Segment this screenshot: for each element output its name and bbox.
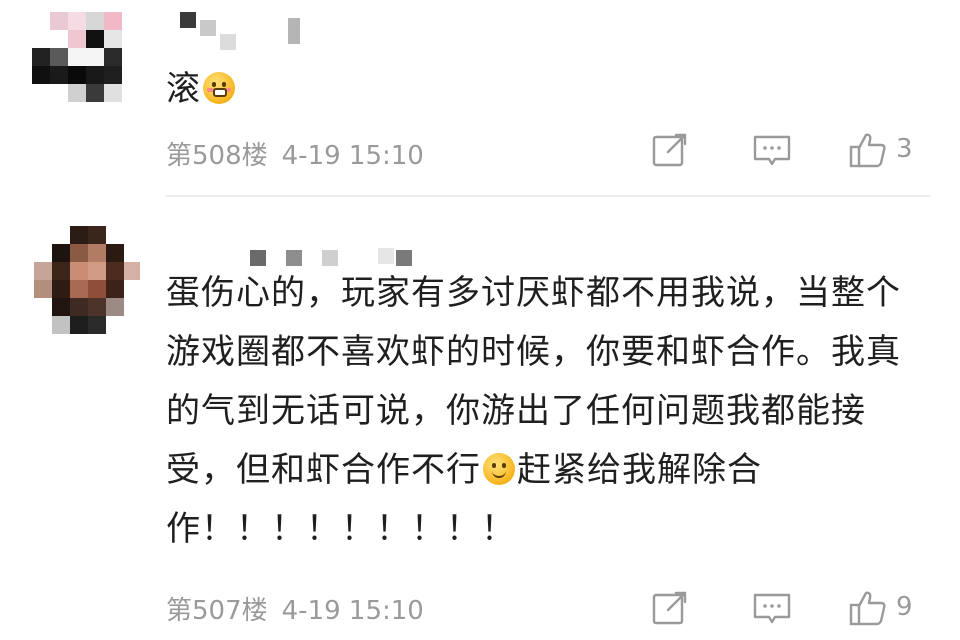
comment-actions: 3 xyxy=(650,130,930,170)
share-icon xyxy=(652,591,687,625)
comment-content: 蛋伤心的，玩家有多讨厌虾都不用我说，当整个游戏圈都不喜欢虾的时候，你要和虾合作。… xyxy=(166,264,920,559)
comment-actions: 9 xyxy=(650,588,930,628)
timestamp: 4-19 15:10 xyxy=(281,141,424,171)
timestamp: 4-19 15:10 xyxy=(281,596,424,626)
avatar[interactable] xyxy=(30,12,140,112)
comment-icon xyxy=(753,593,791,624)
divider xyxy=(166,195,930,197)
like-count: 9 xyxy=(896,592,913,622)
like-count: 3 xyxy=(896,134,913,164)
like-button[interactable] xyxy=(848,588,888,628)
share-button[interactable] xyxy=(650,588,690,628)
avatar[interactable] xyxy=(30,226,140,336)
comment-icon xyxy=(753,135,791,166)
comment-item: 滚 第508楼 4-19 15:10 3 xyxy=(0,0,960,197)
username-masked[interactable] xyxy=(170,12,310,50)
comment-meta: 第507楼 4-19 15:10 xyxy=(166,590,424,627)
share-icon xyxy=(652,133,687,167)
share-button[interactable] xyxy=(650,130,690,170)
shy-smile-emoji xyxy=(203,72,235,104)
reply-button[interactable] xyxy=(752,130,792,170)
reply-button[interactable] xyxy=(752,588,792,628)
comment-meta: 第508楼 4-19 15:10 xyxy=(166,135,424,172)
floor-number: 第508楼 xyxy=(166,141,268,171)
thumbs-up-icon xyxy=(849,591,886,626)
comment-text: 滚 xyxy=(166,69,201,109)
comment-item: 蛋伤心的，玩家有多讨厌虾都不用我说，当整个游戏圈都不喜欢虾的时候，你要和虾合作。… xyxy=(0,198,960,640)
floor-number: 第507楼 xyxy=(166,596,268,626)
comment-content: 滚 xyxy=(166,60,920,119)
smile-emoji xyxy=(483,453,515,485)
thumbs-up-icon xyxy=(849,133,886,168)
like-button[interactable] xyxy=(848,130,888,170)
